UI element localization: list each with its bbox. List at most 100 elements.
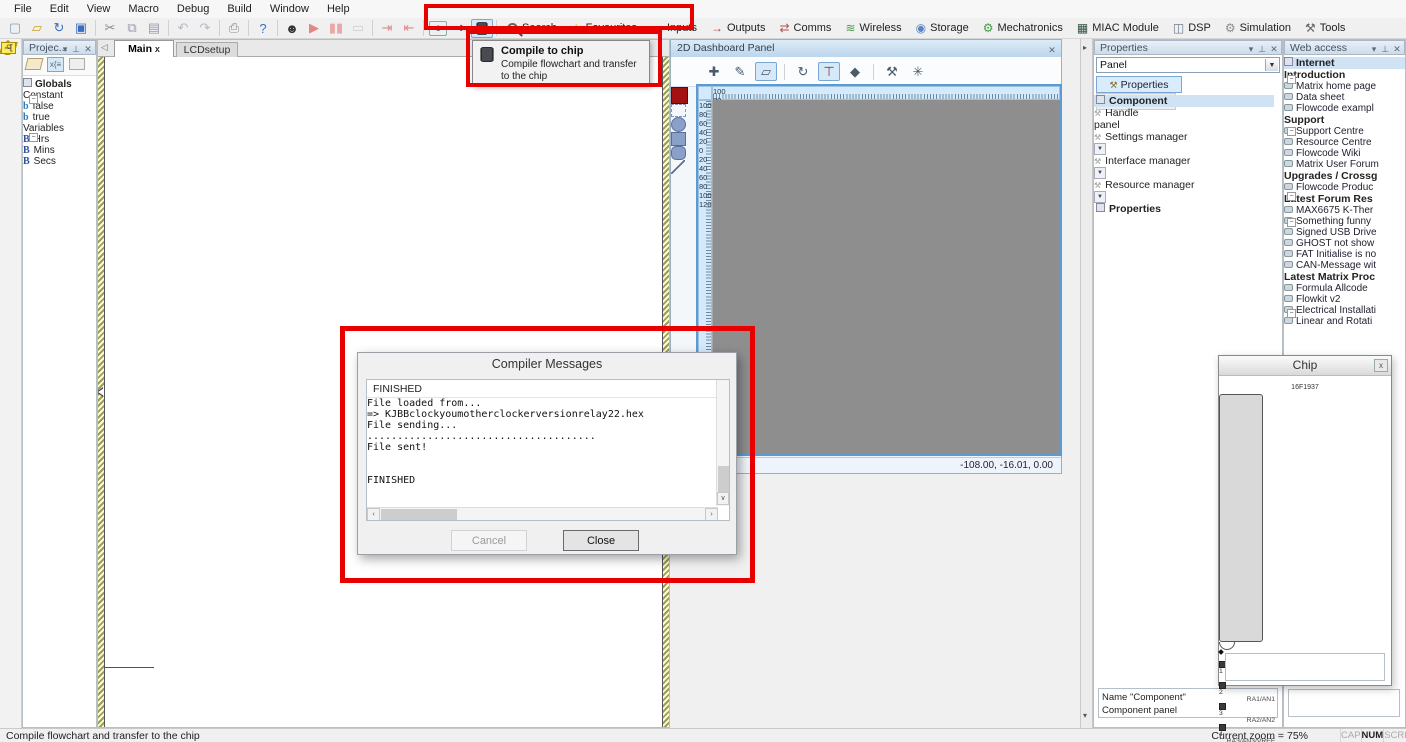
expander-icon[interactable]: − [1287,192,1296,201]
ghost-debug-button[interactable]: ☻ [281,19,303,38]
web-link[interactable]: Resource Centre [1284,137,1385,148]
chevron-down-icon[interactable]: ▼ [1094,191,1106,203]
toolbox-c-code[interactable]: C [0,42,18,325]
web-link[interactable]: Electrical Installati [1284,305,1385,316]
web-link[interactable]: GHOST not show [1284,238,1385,249]
compile-to-chip-button[interactable] [471,18,493,38]
web-link[interactable]: Linear and Rotati [1284,316,1385,327]
close-button[interactable]: Close [563,530,639,551]
property-row-handle[interactable]: ⚒ Handle [1094,107,1266,119]
pin-icon[interactable]: ⊥ [1379,42,1391,54]
dialog-title[interactable]: Compiler Messages [358,357,736,371]
web-link[interactable]: Matrix User Forum [1284,159,1385,170]
tab-close-icon[interactable]: x [155,44,160,54]
tree-item-true[interactable]: b true [23,112,96,123]
scroll-down-icon[interactable]: ∨ [717,492,729,505]
compiler-output-area[interactable]: FINISHED File loaded from... => KJBBclock… [366,379,730,521]
web-link[interactable]: Flowcode Produc [1284,182,1385,193]
favourites-button[interactable]: ★ Favourites [564,19,644,38]
scroll-right-icon[interactable]: › [705,508,718,520]
scroll-left-icon[interactable]: ‹ [367,508,380,520]
copy-button[interactable]: ⧉ [121,19,143,38]
project-panel-titlebar[interactable]: Projec... ▾ ⊥ ✕ [23,40,96,55]
toolbox-switch[interactable] [0,39,18,145]
menu-build[interactable]: Build [219,2,259,16]
component-section-header[interactable]: Component [1094,95,1274,107]
tab-lcdsetup[interactable]: LCDsetup [176,42,238,57]
pin-icon[interactable]: ⊥ [70,42,82,54]
target-selector-combo[interactable]: Panel ▼ [1096,57,1280,73]
cut-button[interactable]: ✂ [99,19,121,38]
web-link[interactable]: Matrix home page [1284,81,1385,92]
expander-icon[interactable]: − [1287,309,1296,318]
wrench-tool-button[interactable]: ⚒ [881,62,903,81]
expander-icon[interactable]: − [1287,75,1296,84]
toolbox-calculation[interactable]: = [0,42,18,305]
web-section-upgrades-crossg[interactable]: Upgrades / Crossg [1284,170,1382,182]
web-link[interactable]: Data sheet [1284,92,1385,103]
reload-button[interactable]: ↻ [48,19,70,38]
search-button[interactable]: Search [500,19,564,38]
miac-module-button[interactable]: ▦ MIAC Module [1070,19,1166,38]
horizontal-scrollbar[interactable]: ‹ › [367,507,718,520]
web-section-latest-forum-res[interactable]: Latest Forum Res [1284,193,1382,205]
tab-properties[interactable]: ⚒ Properties [1096,76,1182,93]
web-link[interactable]: FAT Initialise is no [1284,249,1385,260]
web-link[interactable]: Flowcode Wiki [1284,148,1385,159]
stop-button[interactable]: ▭ [347,19,369,38]
tree-root-globals[interactable]: Globals [23,78,96,90]
tab-main[interactable]: Main x [114,40,174,57]
menu-edit[interactable]: Edit [42,2,77,16]
inputs-button[interactable]: → Inputs [644,19,704,38]
web-section-latest-matrix-proc[interactable]: Latest Matrix Proc [1284,271,1382,283]
scrollbar-thumb[interactable] [381,509,457,520]
toolbox-loop[interactable] [0,42,18,205]
save-button[interactable]: ▣ [70,19,92,38]
menu-help[interactable]: Help [319,2,358,16]
toolbox-component-macro[interactable] [0,42,18,245]
print-button[interactable]: ⎙ [223,19,245,38]
chevron-down-icon[interactable]: ▼ [1094,143,1106,155]
cancel-button[interactable]: Cancel [451,530,527,551]
step-over-button[interactable]: ⇤ [398,19,420,38]
chip-panel-titlebar[interactable]: Chip x [1219,356,1391,376]
circle-tool-icon[interactable] [671,117,686,132]
web-section-support[interactable]: Support [1284,114,1382,126]
expander-icon[interactable]: − [29,95,38,104]
pause-button[interactable]: ▮▮ [325,19,347,38]
simulation-canvas[interactable]: C7C6C5C4C3C2C1C0 [712,100,1060,454]
menu-macro[interactable]: Macro [120,2,167,16]
close-icon[interactable]: ✕ [1268,42,1280,54]
toolbox-macro[interactable] [0,42,18,225]
paste-button[interactable]: ▤ [143,19,165,38]
web-panel-titlebar[interactable]: Web access ▾ ⊥ ✕ [1284,40,1405,55]
vertical-scrollbar[interactable]: ∨ [716,380,729,506]
toolbox-connection-a-minus[interactable]: A- [0,42,18,165]
rounded-square-tool-icon[interactable] [671,146,686,160]
undo-button[interactable]: ↶ [172,19,194,38]
select-tool-icon[interactable] [671,104,686,117]
compile-to-c-button[interactable]: c [429,20,447,36]
toolbox-connection-a[interactable]: A [0,42,18,185]
toolbox-comment[interactable]: --[ [0,43,18,345]
collapse-right-icon[interactable]: ▸ [1083,43,1087,52]
toolbox-simulation[interactable]: SIM [0,42,18,265]
web-link[interactable]: CAN-Message wit [1284,260,1385,271]
web-link[interactable]: Formula Allcode [1284,283,1385,294]
property-row-interface-manager[interactable]: ⚒ Interface manager [1094,155,1266,167]
expander-icon[interactable]: − [1287,218,1296,227]
menu-file[interactable]: File [6,2,40,16]
close-icon[interactable]: ✕ [1391,42,1403,54]
close-icon[interactable]: x [1374,359,1388,372]
dashboard-titlebar[interactable]: 2D Dashboard Panel ✕ [671,40,1061,57]
run-button[interactable]: ▶ [303,19,325,38]
property-row-settings-manager[interactable]: ⚒ Settings manager [1094,131,1266,143]
tools-button[interactable]: ⚒ Tools [1298,19,1352,38]
pencil-tool-button[interactable]: ✎ [729,62,751,81]
scrollbar-thumb[interactable] [718,466,729,492]
properties-panel-titlebar[interactable]: Properties ▾ ⊥ ✕ [1094,40,1282,55]
mechatronics-button[interactable]: ⚙ Mechatronics [976,19,1070,38]
chevron-down-icon[interactable]: ▼ [1265,59,1278,71]
wireless-button[interactable]: ≋ Wireless [838,19,908,38]
outputs-button[interactable]: → Outputs [704,19,773,38]
